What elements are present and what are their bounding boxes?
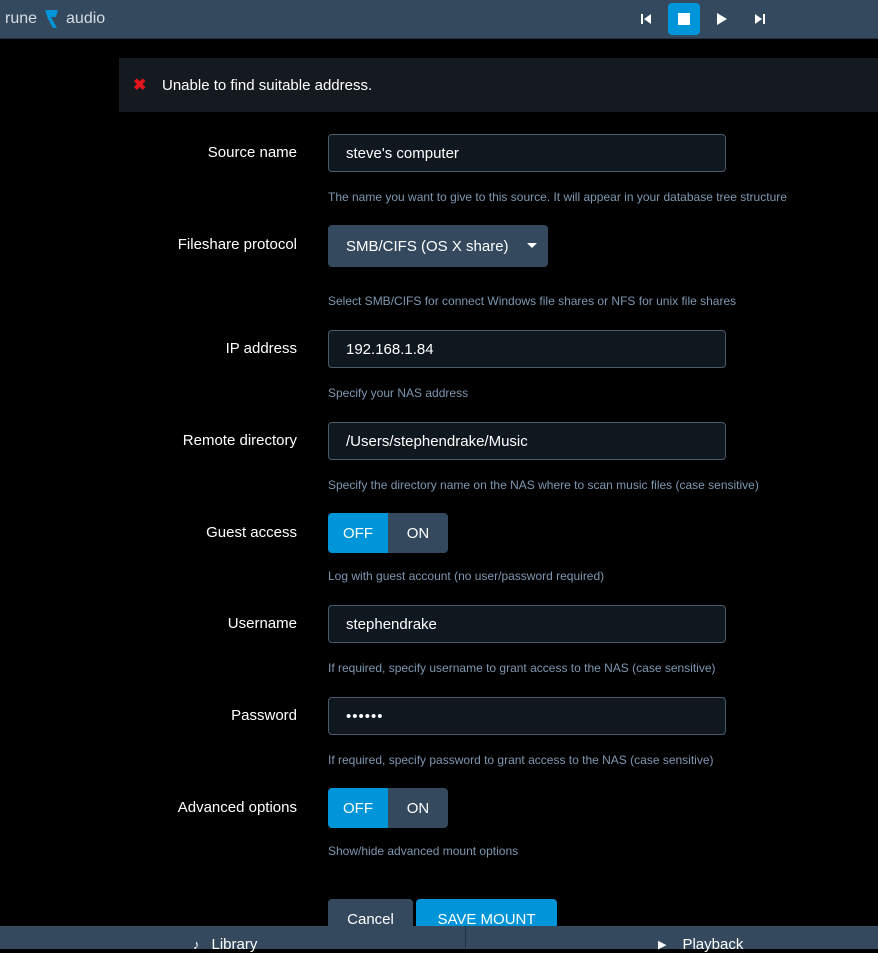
advanced-options-off-option[interactable]: OFF (328, 788, 388, 828)
next-icon (755, 14, 765, 24)
guest-access-label: Guest access (206, 524, 297, 541)
previous-button[interactable] (630, 3, 662, 35)
stop-button[interactable] (668, 3, 700, 35)
nav-library-label: Library (211, 936, 258, 953)
password-help: If required, specify password to grant a… (328, 753, 714, 767)
fileshare-protocol-help: Select SMB/CIFS for connect Windows file… (328, 294, 737, 308)
remote-directory-input[interactable]: /Users/stephendrake/Music (328, 422, 726, 460)
guest-access-on-option[interactable]: ON (388, 513, 448, 553)
bottom-nav: ♪ Library ▶ Playback (0, 926, 878, 953)
previous-icon (641, 14, 651, 24)
advanced-options-toggle: OFF ON (328, 788, 448, 828)
ip-address-label: IP address (225, 340, 297, 357)
error-x-icon: ✖ (133, 77, 147, 94)
remote-directory-label: Remote directory (182, 432, 297, 449)
logo-text-rune: rune (5, 10, 38, 27)
fileshare-protocol-select[interactable]: SMB/CIFS (OS X share) (328, 225, 548, 267)
chevron-down-icon (527, 243, 537, 248)
nav-library[interactable]: ♪ Library (193, 936, 257, 953)
play-button[interactable] (706, 3, 738, 35)
rune-logo-icon (45, 10, 59, 28)
top-bar: rune audio (0, 0, 878, 39)
guest-access-off-option[interactable]: OFF (328, 513, 388, 553)
ip-address-help: Specify your NAS address (328, 386, 469, 400)
advanced-options-help: Show/hide advanced mount options (328, 844, 519, 858)
advanced-options-label: Advanced options (177, 799, 297, 816)
advanced-options-on-option[interactable]: ON (388, 788, 448, 828)
nav-playback-label: Playback (682, 936, 744, 953)
source-name-help: The name you want to give to this source… (328, 190, 787, 204)
guest-access-toggle: OFF ON (328, 513, 448, 553)
password-label: Password (231, 707, 297, 724)
fileshare-protocol-label: Fileshare protocol (177, 236, 297, 253)
fileshare-protocol-value: SMB/CIFS (OS X share) (346, 237, 509, 255)
rune-audio-logo[interactable]: rune audio (5, 8, 105, 30)
username-input[interactable]: stephendrake (328, 605, 726, 643)
logo-text-audio: audio (66, 10, 106, 27)
playback-controls (630, 3, 776, 35)
nav-playback[interactable]: ▶ Playback (658, 936, 743, 953)
error-alert: ✖ Unable to find suitable address. (119, 58, 878, 112)
stop-icon (678, 13, 690, 25)
bottom-nav-divider (465, 926, 466, 949)
music-note-icon: ♪ (193, 937, 200, 952)
play-icon: ▶ (658, 939, 667, 951)
guest-access-help: Log with guest account (no user/password… (328, 569, 605, 583)
ip-address-input[interactable]: 192.168.1.84 (328, 330, 726, 368)
remote-directory-help: Specify the directory name on the NAS wh… (328, 478, 759, 492)
play-icon (717, 13, 727, 25)
error-message: Unable to find suitable address. (162, 76, 373, 94)
password-input[interactable]: •••••• (328, 697, 726, 735)
source-name-input[interactable]: steve's computer (328, 134, 726, 172)
source-name-label: Source name (207, 144, 297, 161)
username-label: Username (227, 615, 297, 632)
username-help: If required, specify username to grant a… (328, 661, 716, 675)
next-button[interactable] (744, 3, 776, 35)
